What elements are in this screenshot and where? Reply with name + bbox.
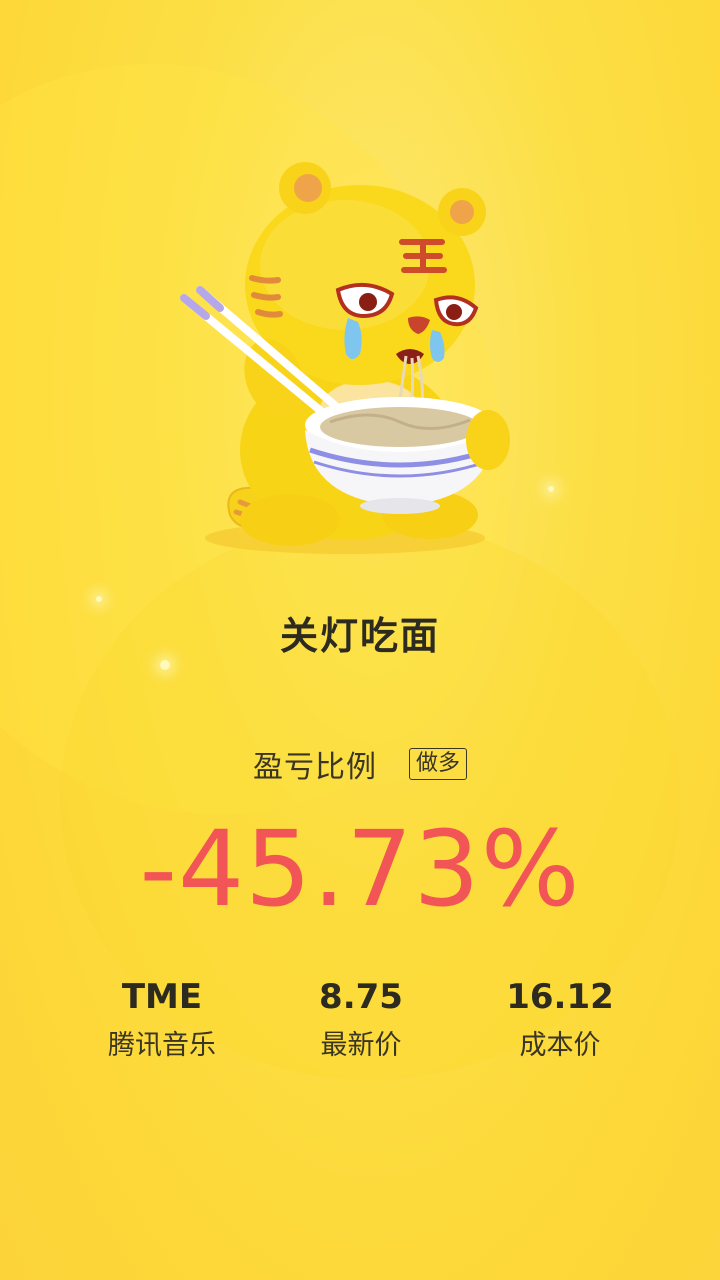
stock-symbol-stat: TME 腾讯音乐 [82,972,242,1066]
cost-price-label: 成本价 [519,1030,601,1061]
position-direction-badge: 做多 [408,748,467,780]
latest-price-stat: 8.75 最新价 [281,972,441,1066]
sparkle-icon [548,486,554,492]
sparkle-icon [96,596,102,602]
cost-price-stat: 16.12 成本价 [480,972,640,1066]
profit-loss-ratio-row: 盈亏比例 做多 [0,742,720,786]
crying-tiger-noodles-illustration [180,162,510,554]
cost-price-value: 16.12 [506,977,614,1017]
profit-loss-ratio-label: 盈亏比例 [252,750,377,785]
page-title: 关灯吃面 [279,614,440,658]
stock-symbol: TME [121,977,203,1017]
latest-price-value: 8.75 [319,977,403,1017]
sparkle-icon [160,660,170,670]
stock-name: 腾讯音乐 [108,1030,216,1061]
profit-loss-ratio-value: -45.73% [139,808,581,930]
stock-stats: TME 腾讯音乐 8.75 最新价 16.12 成本价 [0,972,720,1066]
latest-price-label: 最新价 [320,1030,402,1061]
